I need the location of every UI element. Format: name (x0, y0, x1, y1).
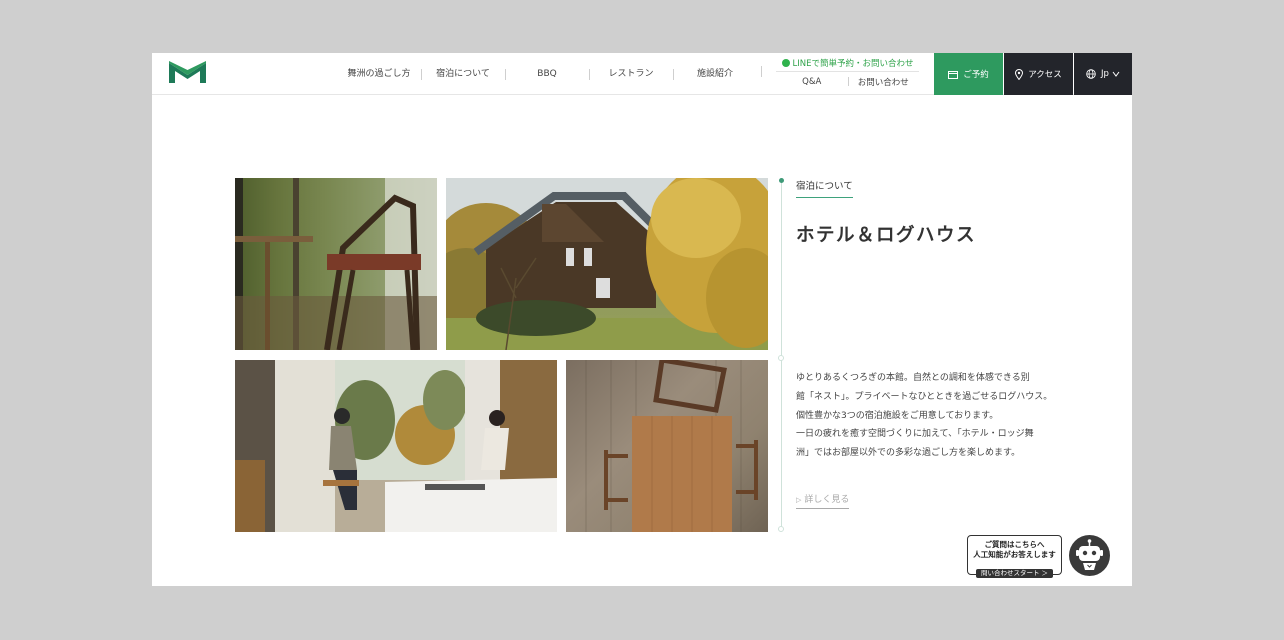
section-title: ホテル＆ログハウス (796, 225, 977, 246)
photo-chair-by-window (235, 178, 437, 350)
timeline-active-dot (779, 178, 784, 183)
description-line: 個性豊かな3つの宿泊施設をご用意しております。 (796, 410, 999, 421)
line-contact-link[interactable]: LINEで簡単予約・お問い合わせ (776, 57, 919, 72)
page-frame: 舞洲の過ごし方 宿泊について BBQ レストラン 施設紹介 LINEで簡単予約・… (152, 53, 1132, 586)
nav-item-stay[interactable]: 宿泊について (421, 67, 505, 81)
chatbot-start-button[interactable]: 問い合わせスタート ＞ (975, 569, 1054, 578)
nav-item-maishima[interactable]: 舞洲の過ごし方 (337, 67, 421, 81)
contact-links: LINEで簡単予約・お問い合わせ Q&A お問い合わせ (776, 57, 919, 91)
chevron-down-icon (1112, 71, 1120, 77)
main-nav: 舞洲の過ごし方 宿泊について BBQ レストラン 施設紹介 (337, 53, 757, 95)
chatbot-line2: 人工知能がお答えします (973, 550, 1056, 559)
sub-links: Q&A お問い合わせ (776, 72, 919, 91)
nav-item-facilities[interactable]: 施設紹介 (673, 67, 757, 81)
timeline-dot (778, 526, 784, 532)
description-line: ゆとりあるくつろぎの本館。自然との調和を体感できる別 (796, 373, 1030, 383)
access-label: アクセス (1028, 70, 1062, 80)
photo-guests-in-room (235, 360, 557, 532)
play-arrow-icon: ▷ (796, 496, 802, 504)
nav-item-bbq[interactable]: BBQ (505, 67, 589, 81)
description-line: 一日の疲れを癒す空間づくりに加えて、「ホテル・ロッジ舞 (796, 429, 1034, 440)
chatbot-robot-icon[interactable] (1069, 535, 1110, 576)
line-contact-label: LINEで簡単予約・お問い合わせ (792, 59, 914, 69)
section-label: 宿泊について (796, 178, 853, 198)
map-pin-icon (1015, 68, 1024, 80)
photo-log-house (446, 178, 768, 350)
timeline-dot (778, 355, 784, 361)
read-more-label: 詳しく見る (804, 495, 850, 505)
description-line: 館「ネスト」。プライベートなひとときを過ごせるログハウス。 (796, 391, 1053, 402)
section-description: ゆとりあるくつろぎの本館。自然との調和を体感できる別 館「ネスト」。プライベート… (796, 369, 1056, 463)
nav-item-restaurant[interactable]: レストラン (589, 67, 673, 81)
qa-link[interactable]: Q&A (776, 77, 848, 87)
description-line: 洲」ではお部屋以外での多彩な過ごし方を楽しめます。 (796, 448, 1021, 459)
read-more-link[interactable]: ▷ 詳しく見る (796, 492, 850, 509)
photo-wooden-table (566, 360, 768, 532)
globe-icon (1086, 69, 1096, 79)
inquiry-link[interactable]: お問い合わせ (847, 76, 920, 88)
language-label: Jp (1101, 69, 1109, 79)
calendar-icon (948, 70, 959, 79)
chatbot-line1: ご質問はこちらへ (984, 540, 1045, 549)
line-icon (781, 59, 790, 67)
language-button[interactable]: Jp (1074, 53, 1132, 95)
site-header: 舞洲の過ごし方 宿泊について BBQ レストラン 施設紹介 LINEで簡単予約・… (152, 53, 1132, 95)
nav-divider (761, 66, 762, 77)
reserve-button[interactable]: ご予約 (934, 53, 1003, 95)
access-button[interactable]: アクセス (1004, 53, 1073, 95)
logo-m-icon[interactable] (169, 61, 206, 83)
chatbot-bubble[interactable]: ご質問はこちらへ 人工知能がお答えします 問い合わせスタート ＞ (967, 535, 1062, 578)
reserve-label: ご予約 (963, 70, 989, 80)
